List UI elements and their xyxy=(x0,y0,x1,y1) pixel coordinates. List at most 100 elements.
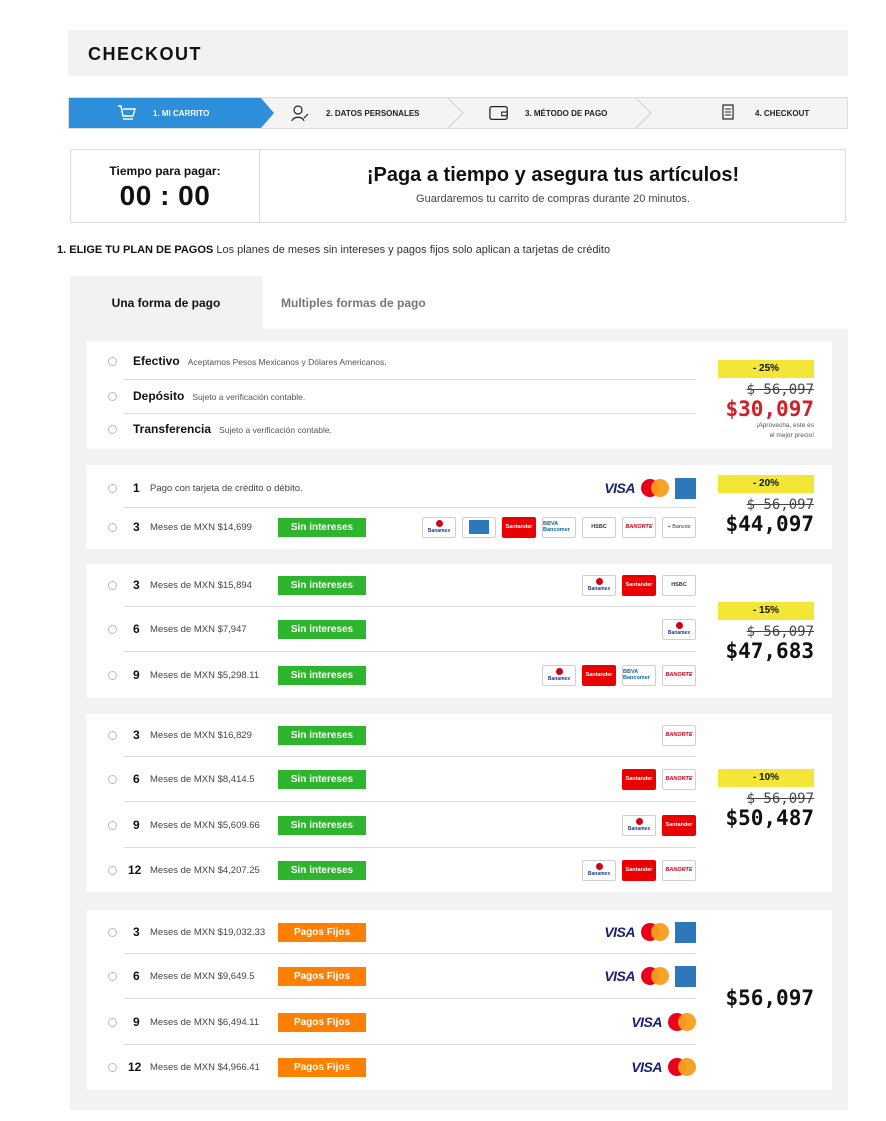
step-cart[interactable]: 1. MI CARRITO xyxy=(69,98,261,128)
installments-desc: Meses de MXN $8,414.5 xyxy=(150,773,255,785)
plan-row[interactable]: 6 Meses de MXN $9,649.5 Pagos Fijos VISA xyxy=(86,956,698,996)
plan-row-transferencia[interactable]: Transferencia Sujeto a verificación conta… xyxy=(86,413,698,445)
plan-row-3-meses[interactable]: 3 Meses de MXN $14,699 Sin intereses Ban… xyxy=(86,507,698,547)
card-logos: VISA xyxy=(604,965,696,987)
new-price: $47,683 xyxy=(725,639,814,663)
mastercard-icon xyxy=(668,1058,696,1076)
visa-icon: VISA xyxy=(604,480,635,496)
page-title: CHECKOUT xyxy=(88,44,202,64)
fixed-payments-badge: Pagos Fijos xyxy=(278,922,366,942)
plan-row[interactable]: 9 Meses de MXN $6,494.11 Pagos Fijos VIS… xyxy=(86,1002,698,1042)
row-separator xyxy=(124,651,696,652)
plan-row[interactable]: 3 Meses de MXN $15,894 Sin intereses Ban… xyxy=(86,565,698,605)
plan-row[interactable]: 3 Meses de MXN $16,829 Sin intereses BAN… xyxy=(86,715,698,755)
radio-button[interactable] xyxy=(108,624,117,634)
interest-free-badge: Sin intereses xyxy=(278,860,366,880)
method-name-text: Efectivo xyxy=(133,354,180,368)
plan-row[interactable]: 9 Meses de MXN $5,298.11 Sin intereses B… xyxy=(86,655,698,695)
radio-button[interactable] xyxy=(108,820,117,830)
installments-desc: Pago con tarjeta de crédito o débito. xyxy=(150,482,303,494)
fixed-payments-badge: Pagos Fijos xyxy=(278,1057,366,1077)
tab-single-payment[interactable]: Una forma de pago xyxy=(70,276,262,329)
banamex-icon: Banamex xyxy=(662,618,696,640)
discount-badge: - 15% xyxy=(718,602,814,620)
plan-row-efectivo[interactable]: Efectivo Aceptamos Pesos Mexicanos y Dóla… xyxy=(86,345,698,377)
banamex-icon: Banamex xyxy=(622,814,656,836)
method-note: Sujeto a verificación contable. xyxy=(219,425,332,435)
radio-button[interactable] xyxy=(108,356,117,366)
installments-desc: Meses de MXN $5,298.11 xyxy=(150,669,260,681)
step-cart-label: 1. MI CARRITO xyxy=(153,108,210,118)
radio-button[interactable] xyxy=(108,774,117,784)
timer-label: Tiempo para pagar: xyxy=(109,164,221,178)
plan-row-1-pago[interactable]: 1 Pago con tarjeta de crédito o débito. … xyxy=(86,468,698,508)
santander-icon: Santander xyxy=(662,814,696,836)
visa-icon: VISA xyxy=(631,1059,662,1075)
radio-button[interactable] xyxy=(108,670,117,680)
row-separator xyxy=(124,801,696,802)
plan-card-2: 3 Meses de MXN $15,894 Sin intereses Ban… xyxy=(86,564,832,698)
amex-icon xyxy=(675,965,696,987)
plan-row[interactable]: 12 Meses de MXN $4,207.25 Sin intereses … xyxy=(86,850,698,890)
banamex-icon: Banamex xyxy=(582,859,616,881)
radio-button[interactable] xyxy=(108,1017,117,1027)
radio-button[interactable] xyxy=(108,971,117,981)
santander-icon: Santander xyxy=(622,574,656,596)
plan-row[interactable]: 6 Meses de MXN $7,947 Sin intereses Bana… xyxy=(86,609,698,649)
installments-count: 9 xyxy=(133,668,140,682)
installments-desc: Meses de MXN $4,966.41 xyxy=(150,1061,260,1073)
installments-desc: Meses de MXN $6,494.11 xyxy=(150,1016,260,1028)
timer-subtext: Guardaremos tu carrito de compras durant… xyxy=(416,193,690,205)
plan-row[interactable]: 3 Meses de MXN $19,032.33 Pagos Fijos VI… xyxy=(86,912,698,952)
card-logos: VISA xyxy=(604,921,696,943)
step-personal-data[interactable]: 2. DATOS PERSONALES xyxy=(290,98,450,128)
step-personal-label: 2. DATOS PERSONALES xyxy=(326,108,420,118)
amex-icon xyxy=(675,921,696,943)
visa-icon: VISA xyxy=(631,1014,662,1030)
installments-desc: Meses de MXN $9,649.5 xyxy=(150,970,255,982)
checkout-header: CHECKOUT xyxy=(68,30,848,76)
bank-logos: Santander BANORTE xyxy=(622,768,696,790)
radio-button[interactable] xyxy=(108,424,117,434)
timer-headline: ¡Paga a tiempo y asegura tus artículos! xyxy=(366,164,740,186)
method-note: Aceptamos Pesos Mexicanos y Dólares Amer… xyxy=(187,357,387,367)
row-separator xyxy=(124,756,696,757)
price-block: $56,097 xyxy=(725,987,814,1009)
radio-button[interactable] xyxy=(108,483,117,493)
discount-badge: - 20% xyxy=(718,475,814,493)
radio-button[interactable] xyxy=(108,730,117,740)
interest-free-badge: Sin intereses xyxy=(278,517,366,537)
discount-badge: - 25% xyxy=(718,360,814,378)
user-edit-icon xyxy=(290,103,310,123)
new-price: $44,097 xyxy=(725,512,814,536)
banamex-icon: Banamex xyxy=(542,664,576,686)
plan-title: 1. ELIGE TU PLAN DE PAGOS xyxy=(57,244,214,256)
step-checkout[interactable]: 4. CHECKOUT xyxy=(719,98,847,128)
installments-desc: Meses de MXN $4,207.25 xyxy=(150,864,260,876)
visa-icon: VISA xyxy=(604,968,635,984)
banorte-icon: BANORTE xyxy=(662,859,696,881)
plan-row[interactable]: 6 Meses de MXN $8,414.5 Sin intereses Sa… xyxy=(86,759,698,799)
card-logos: VISA xyxy=(604,477,696,499)
bank-name: Banamex xyxy=(547,676,571,682)
step-checkout-label: 4. CHECKOUT xyxy=(755,108,810,118)
interest-free-badge: Sin intereses xyxy=(278,725,366,745)
tab-multiple-payments[interactable]: Multiples formas de pago xyxy=(262,276,848,329)
radio-button[interactable] xyxy=(108,1062,117,1072)
radio-button[interactable] xyxy=(108,580,117,590)
step-payment-method[interactable]: 3. MÉTODO DE PAGO xyxy=(489,98,659,128)
promo-text-2: el mejor precio! xyxy=(769,432,814,439)
bank-logos: Banamex Santander BBVA Bancomer BANORTE xyxy=(542,664,696,686)
step-payment-label: 3. MÉTODO DE PAGO xyxy=(525,108,608,118)
radio-button[interactable] xyxy=(108,865,117,875)
radio-button[interactable] xyxy=(108,391,117,401)
santander-icon: Santander xyxy=(502,516,536,538)
bank-name: Banamex xyxy=(627,826,651,832)
plan-subtitle: Los planes de meses sin intereses y pago… xyxy=(216,244,611,256)
plan-row[interactable]: 9 Meses de MXN $5,609.66 Sin intereses B… xyxy=(86,805,698,845)
plan-row-deposito[interactable]: Depósito Sujeto a verificación contable. xyxy=(86,380,698,412)
plan-row[interactable]: 12 Meses de MXN $4,966.41 Pagos Fijos VI… xyxy=(86,1047,698,1087)
installments-count: 3 xyxy=(133,728,140,742)
radio-button[interactable] xyxy=(108,522,117,532)
radio-button[interactable] xyxy=(108,927,117,937)
